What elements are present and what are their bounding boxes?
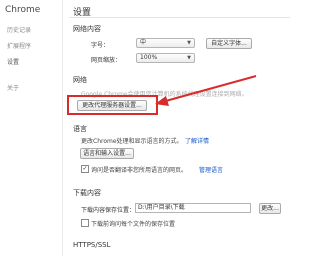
manage-languages-link[interactable]: 管理语言	[199, 165, 223, 174]
font-size-select[interactable]: 中 ▼	[136, 38, 195, 48]
sidebar-item-extensions[interactable]: 扩展程序	[7, 41, 31, 50]
settings-main: 设置 网络内容 字号： 中 ▼ 自定义字体... 网页缩放： 100% ▼ 网络…	[63, 0, 300, 256]
chevron-down-icon: ▼	[187, 55, 191, 61]
change-location-button[interactable]: 更改...	[259, 203, 281, 214]
languages-description: 更改Chrome处理和显示语言的方式。	[81, 138, 183, 145]
sidebar-item-history[interactable]: 历史记录	[7, 25, 31, 34]
learn-more-link[interactable]: 了解详情	[185, 136, 209, 145]
chevron-down-icon: ▼	[187, 40, 191, 46]
checkbox-icon[interactable]: ✓	[81, 165, 89, 173]
page-zoom-label: 网页缩放：	[91, 57, 122, 64]
https-ssl-heading: HTTPS/SSL	[73, 241, 111, 249]
custom-fonts-button[interactable]: 自定义字体...	[206, 38, 252, 49]
languages-heading: 语言	[73, 125, 87, 133]
languages-input-button[interactable]: 语言和输入设置...	[80, 148, 134, 159]
sidebar-item-about[interactable]: 关于	[7, 83, 19, 92]
page-zoom-select[interactable]: 100% ▼	[136, 53, 195, 63]
web-content-heading: 网络内容	[73, 25, 101, 33]
translate-checkbox-label: 询问是否翻译非您所用语言的网页。	[91, 167, 188, 174]
proxy-settings-button[interactable]: 更改代理服务器设置...	[77, 100, 147, 111]
font-size-value: 中	[140, 39, 147, 46]
download-location-label: 下载内容保存位置：	[81, 207, 136, 214]
title-divider	[69, 17, 290, 18]
sidebar-item-settings[interactable]: 设置	[7, 57, 19, 66]
ask-save-location-label: 下载前询问每个文件的保存位置	[91, 221, 176, 228]
checkbox-icon[interactable]	[81, 219, 89, 227]
font-size-label: 字号：	[91, 42, 110, 49]
app-title: Chrome	[5, 5, 41, 15]
downloads-heading: 下载内容	[73, 189, 101, 197]
network-heading: 网络	[73, 76, 87, 84]
sidebar: Chrome 历史记录 扩展程序 设置 关于	[0, 0, 63, 256]
download-location-field[interactable]: D:\用户目录\下载	[135, 203, 251, 213]
page-zoom-value: 100%	[140, 54, 158, 61]
